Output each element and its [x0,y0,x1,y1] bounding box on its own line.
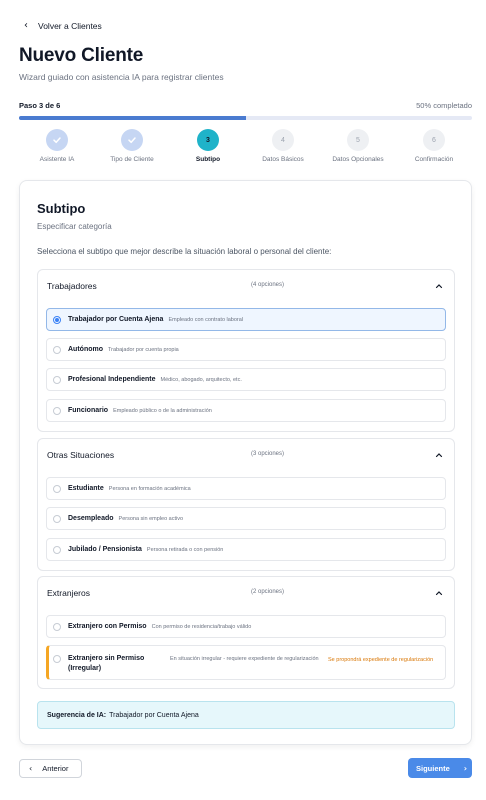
check-icon [46,129,68,151]
step-label: Datos Opcionales [332,156,384,163]
back-link-label: Volver a Clientes [38,20,102,31]
option-label: Extranjero sin Permiso (Irregular) [68,655,145,672]
step-subtipo: 3 Subtipo [168,129,248,163]
radio-button[interactable] [53,545,61,554]
group-title: Trabajadores [47,281,97,291]
option-label: Jubilado / Pensionista [68,546,142,553]
option-label: Estudiante [68,485,104,492]
group-extranjeros: Extranjeros (2 opciones) Extranjero con … [37,576,455,689]
previous-button[interactable]: ‹ Anterior [19,759,82,778]
group-header[interactable]: Trabajadores (4 opciones) [38,270,454,300]
group-trabajadores: Trabajadores (4 opciones) Trabajador por… [37,269,455,432]
chevron-left-icon: ‹ [24,20,28,31]
page-subtitle: Wizard guiado con asistencia IA para reg… [19,72,224,82]
option-funcionario[interactable]: Funcionario Empleado público o de la adm… [46,399,446,422]
next-button-label: Siguiente [416,763,450,773]
option-label: Funcionario [68,407,109,414]
page-title: Nuevo Cliente [19,45,144,66]
radio-button[interactable] [53,375,61,384]
radio-button[interactable] [53,484,61,493]
step-label: Tipo de Cliente [110,156,154,163]
previous-button-label: Anterior [42,764,69,773]
ai-suggestion-label: Sugerencia de IA: [47,711,107,719]
regularization-warning: Se propondrá expediente de regularizació… [328,657,434,663]
group-title: Extranjeros [47,588,90,598]
group-count: (3 opciones) [251,451,285,457]
step-label: Datos Básicos [262,156,304,163]
option-desempleado[interactable]: Desempleado Persona sin empleo activo [46,507,446,530]
group-count: (2 opciones) [251,589,285,595]
step-number: 4 [272,129,294,151]
option-label: Extranjero con Permiso [68,623,147,630]
option-description: Con permiso de residencia/trabajo válido [151,623,252,630]
option-trabajador-cuenta-ajena[interactable]: Trabajador por Cuenta Ajena Empleado con… [46,308,446,331]
check-icon [121,129,143,151]
option-estudiante[interactable]: Estudiante Persona en formación académic… [46,477,446,500]
radio-button[interactable] [53,655,61,663]
option-description: Médico, abogado, arquitecto, etc. [160,376,242,383]
option-label: Autónomo [68,346,103,353]
option-extranjero-con-permiso[interactable]: Extranjero con Permiso Con permiso de re… [46,615,446,638]
group-title: Otras Situaciones [47,450,115,460]
group-header[interactable]: Extranjeros (2 opciones) [38,577,454,607]
radio-button[interactable] [53,315,61,324]
option-label: Profesional Independiente [68,376,156,383]
option-description: Persona retirada o con pensión [146,546,224,553]
option-description: Empleado con contrato laboral [168,316,244,323]
group-header[interactable]: Otras Situaciones (3 opciones) [38,439,454,469]
step-confirmacion: 6 Confirmación [394,129,474,163]
ai-suggestion-box: Sugerencia de IA: Trabajador por Cuenta … [37,701,455,729]
option-description: Empleado público o de la administración [113,407,212,414]
progress-bar [19,116,472,120]
step-label: Subtipo [195,156,221,163]
stepper: Asistente IA Tipo de Cliente 3 Subtipo 4… [19,129,472,169]
option-jubilado-pensionista[interactable]: Jubilado / Pensionista Persona retirada … [46,538,446,561]
step-number: 3 [197,129,219,151]
step-datos-basicos: 4 Datos Básicos [243,129,323,163]
step-counter: Paso 3 de 6 [19,101,61,110]
card-title: Subtipo [37,201,86,216]
option-label: Trabajador por Cuenta Ajena [68,316,164,323]
radio-button[interactable] [53,514,61,523]
chevron-right-icon: › [463,763,468,773]
step-asistente-ia: Asistente IA [17,129,97,163]
step-number: 6 [423,129,445,151]
chevron-up-icon [435,591,443,596]
option-profesional-independiente[interactable]: Profesional Independiente Médico, abogad… [46,368,446,391]
progress-percent: 50% completado [416,101,472,110]
radio-button[interactable] [53,406,61,415]
subtype-card: Subtipo Especificar categoría Selecciona… [19,180,472,745]
radio-button[interactable] [53,622,61,631]
option-description: Trabajador por cuenta propia [108,346,179,353]
back-to-clients-link[interactable]: ‹ Volver a Clientes [24,20,102,31]
option-autonomo[interactable]: Autónomo Trabajador por cuenta propia [46,338,446,361]
step-number: 5 [347,129,369,151]
group-otras-situaciones: Otras Situaciones (3 opciones) Estudiant… [37,438,455,571]
step-label: Confirmación [414,156,454,163]
option-description: Persona sin empleo activo [118,515,184,522]
next-button[interactable]: Siguiente › [408,758,472,778]
step-datos-opcionales: 5 Datos Opcionales [318,129,398,163]
step-tipo-de-cliente: Tipo de Cliente [92,129,172,163]
radio-button[interactable] [53,345,61,354]
ai-suggestion-value: Trabajador por Cuenta Ajena [109,711,199,719]
group-count: (4 opciones) [251,282,285,288]
step-label: Asistente IA [39,156,75,163]
chevron-left-icon: ‹ [29,764,33,773]
option-description: Persona en formación académica [108,485,191,492]
option-label: Desempleado [68,515,114,522]
progress-bar-fill [19,116,246,120]
chevron-up-icon [435,284,443,289]
option-description: En situación irregular - requiere expedi… [170,656,319,662]
option-extranjero-sin-permiso[interactable]: Extranjero sin Permiso (Irregular) En si… [46,645,446,680]
card-description: Selecciona el subtipo que mejor describe… [37,247,332,256]
chevron-up-icon [435,453,443,458]
card-subtitle: Especificar categoría [37,222,112,231]
